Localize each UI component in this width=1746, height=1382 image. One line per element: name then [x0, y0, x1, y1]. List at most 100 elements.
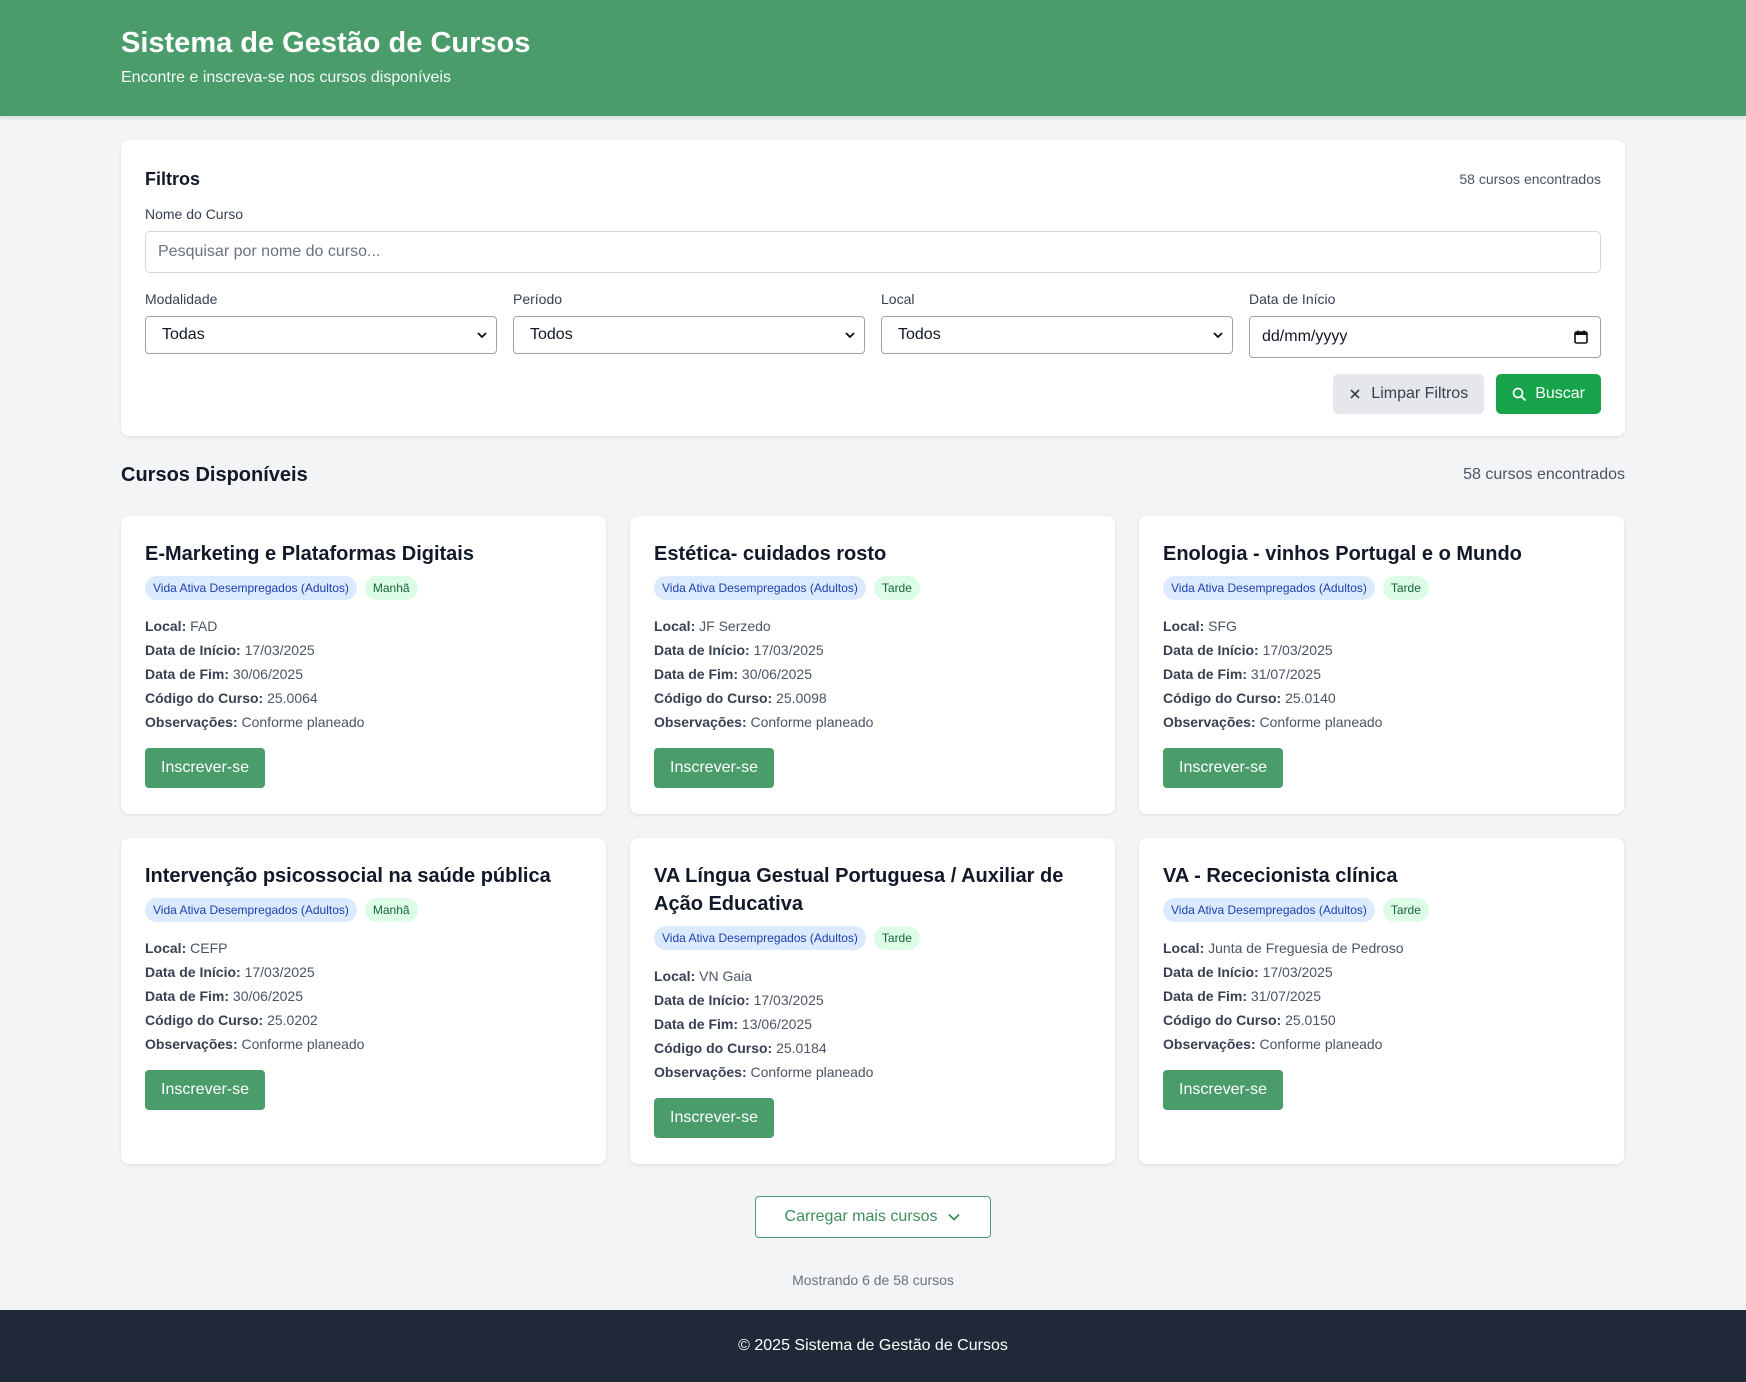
course-title: VA Língua Gestual Portuguesa / Auxiliar … — [654, 865, 1064, 915]
course-code: Código do Curso: 25.0150 — [1163, 1012, 1336, 1028]
modalidade-badge: Vida Ativa Desempregados (Adultos) — [1163, 576, 1375, 600]
course-code: Código do Curso: 25.0184 — [654, 1040, 827, 1056]
modalidade-label: Modalidade — [145, 291, 218, 307]
course-code: Código do Curso: 25.0064 — [145, 690, 318, 706]
enroll-button[interactable]: Inscrever-se — [654, 1098, 775, 1138]
course-end-date: Data de Fim: 30/06/2025 — [654, 666, 812, 682]
course-start-date: Data de Início: 17/03/2025 — [1163, 642, 1333, 658]
course-notes: Observações: Conforme planeado — [654, 1064, 874, 1080]
courses-count: 58 cursos encontrados — [1463, 466, 1625, 483]
page-header: Sistema de Gestão de Cursos Encontre e i… — [0, 0, 1746, 116]
modalidade-badge: Vida Ativa Desempregados (Adultos) — [145, 898, 357, 922]
local-value: Todos — [898, 326, 941, 343]
chevron-down-icon — [845, 332, 855, 339]
course-card: VA Língua Gestual Portuguesa / Auxiliar … — [630, 838, 1115, 1164]
search-button[interactable]: Buscar — [1496, 374, 1601, 414]
search-button-label: Buscar — [1535, 385, 1585, 402]
course-card: Intervenção psicossocial na saúde públic… — [121, 838, 606, 1164]
course-notes: Observações: Conforme planeado — [145, 1036, 365, 1052]
course-start-date: Data de Início: 17/03/2025 — [1163, 964, 1333, 980]
course-title: E-Marketing e Plataformas Digitais — [145, 543, 474, 565]
clear-filters-label: Limpar Filtros — [1371, 385, 1469, 402]
enroll-button[interactable]: Inscrever-se — [654, 748, 775, 788]
course-title: VA - Rececionista clínica — [1163, 865, 1398, 887]
start-date-input[interactable]: dd/mm/yyyy — [1249, 316, 1601, 358]
page-title: Sistema de Gestão de Cursos — [121, 27, 531, 59]
enroll-button[interactable]: Inscrever-se — [1163, 1070, 1284, 1110]
showing-count: Mostrando 6 de 58 cursos — [792, 1272, 954, 1288]
courses-section-title: Cursos Disponíveis — [121, 463, 308, 486]
course-end-date: Data de Fim: 30/06/2025 — [145, 988, 303, 1004]
enroll-button[interactable]: Inscrever-se — [145, 1070, 266, 1110]
course-title: Intervenção psicossocial na saúde públic… — [145, 865, 551, 887]
page-footer: © 2025 Sistema de Gestão de Cursos — [0, 1310, 1746, 1382]
local-select[interactable]: Todos — [881, 316, 1233, 354]
calendar-icon[interactable] — [1574, 330, 1588, 344]
chevron-down-icon — [948, 1213, 961, 1221]
search-icon — [1512, 387, 1527, 401]
course-local: Local: Junta de Freguesia de Pedroso — [1163, 940, 1404, 956]
filters-title: Filtros — [145, 168, 201, 189]
course-local: Local: VN Gaia — [654, 968, 753, 984]
periodo-select[interactable]: Todos — [513, 316, 865, 354]
course-start-date: Data de Início: 17/03/2025 — [145, 964, 315, 980]
load-more-button[interactable]: Carregar mais cursos — [755, 1196, 991, 1238]
course-details: Local: CEFP Data de Início: 17/03/2025 Dat… — [145, 936, 582, 1056]
periodo-badge: Manhã — [364, 576, 418, 600]
course-name-label: Nome do Curso — [145, 206, 244, 222]
filters-panel: Filtros 58 cursos encontrados Nome do Cu… — [121, 140, 1625, 436]
modalidade-badge: Vida Ativa Desempregados (Adultos) — [1163, 898, 1375, 922]
periodo-badge: Tarde — [873, 576, 920, 600]
periodo-value: Todos — [530, 326, 573, 343]
course-details: Local: VN Gaia Data de Início: 17/03/2025… — [654, 964, 1091, 1084]
course-code: Código do Curso: 25.0140 — [1163, 690, 1336, 706]
course-local: Local: JF Serzedo — [654, 618, 771, 634]
course-title: Enologia - vinhos Portugal e o Mundo — [1163, 543, 1522, 565]
course-title: Estética- cuidados rosto — [654, 543, 887, 565]
modalidade-badge: Vida Ativa Desempregados (Adultos) — [654, 926, 866, 950]
page-subtitle: Encontre e inscreva-se nos cursos dispon… — [121, 69, 451, 86]
enroll-button[interactable]: Inscrever-se — [145, 748, 266, 788]
course-code: Código do Curso: 25.0202 — [145, 1012, 318, 1028]
close-icon — [1350, 389, 1360, 399]
periodo-badge: Tarde — [873, 926, 920, 950]
course-notes: Observações: Conforme planeado — [145, 714, 365, 730]
enroll-button[interactable]: Inscrever-se — [1163, 748, 1284, 788]
course-card: Estética- cuidados rosto Vida Ativa Desem… — [630, 516, 1115, 814]
course-end-date: Data de Fim: 31/07/2025 — [1163, 666, 1321, 682]
footer-copyright: © 2025 Sistema de Gestão de Cursos — [738, 1337, 1008, 1354]
course-local: Local: FAD — [145, 618, 218, 634]
modalidade-select[interactable]: Todas — [145, 316, 497, 354]
course-end-date: Data de Fim: 13/06/2025 — [654, 1016, 812, 1032]
course-grid: E-Marketing e Plataformas Digitais Vida A… — [121, 516, 1625, 1164]
load-more-label: Carregar mais cursos — [784, 1208, 938, 1225]
periodo-badge: Tarde — [1382, 898, 1429, 922]
periodo-badge: Manhã — [364, 898, 418, 922]
periodo-badge: Tarde — [1382, 576, 1429, 600]
modalidade-badge: Vida Ativa Desempregados (Adultos) — [145, 576, 357, 600]
chevron-down-icon — [477, 332, 487, 339]
clear-filters-button[interactable]: Limpar Filtros — [1333, 374, 1485, 414]
main-container: Filtros 58 cursos encontrados Nome do Cu… — [121, 140, 1625, 1288]
course-start-date: Data de Início: 17/03/2025 — [654, 992, 824, 1008]
course-end-date: Data de Fim: 31/07/2025 — [1163, 988, 1321, 1004]
course-local: Local: CEFP — [145, 940, 228, 956]
modalidade-value: Todas — [162, 326, 205, 343]
course-end-date: Data de Fim: 30/06/2025 — [145, 666, 303, 682]
course-code: Código do Curso: 25.0098 — [654, 690, 827, 706]
local-label: Local — [881, 291, 915, 307]
start-date-label: Data de Início — [1249, 291, 1336, 307]
course-card: Enologia - vinhos Portugal e o Mundo Vida… — [1139, 516, 1624, 814]
course-name-placeholder: Pesquisar por nome do curso... — [158, 243, 381, 260]
filters-result-count: 58 cursos encontrados — [1459, 171, 1601, 187]
modalidade-badge: Vida Ativa Desempregados (Adultos) — [654, 576, 866, 600]
course-notes: Observações: Conforme planeado — [1163, 714, 1383, 730]
course-details: Local: SFG Data de Início: 17/03/2025 Data… — [1163, 614, 1600, 734]
periodo-label: Período — [513, 291, 563, 307]
chevron-down-icon — [1213, 332, 1223, 339]
course-name-input[interactable]: Pesquisar por nome do curso... — [145, 231, 1601, 273]
course-start-date: Data de Início: 17/03/2025 — [145, 642, 315, 658]
course-notes: Observações: Conforme planeado — [1163, 1036, 1383, 1052]
course-notes: Observações: Conforme planeado — [654, 714, 874, 730]
start-date-value: dd/mm/yyyy — [1262, 328, 1348, 345]
